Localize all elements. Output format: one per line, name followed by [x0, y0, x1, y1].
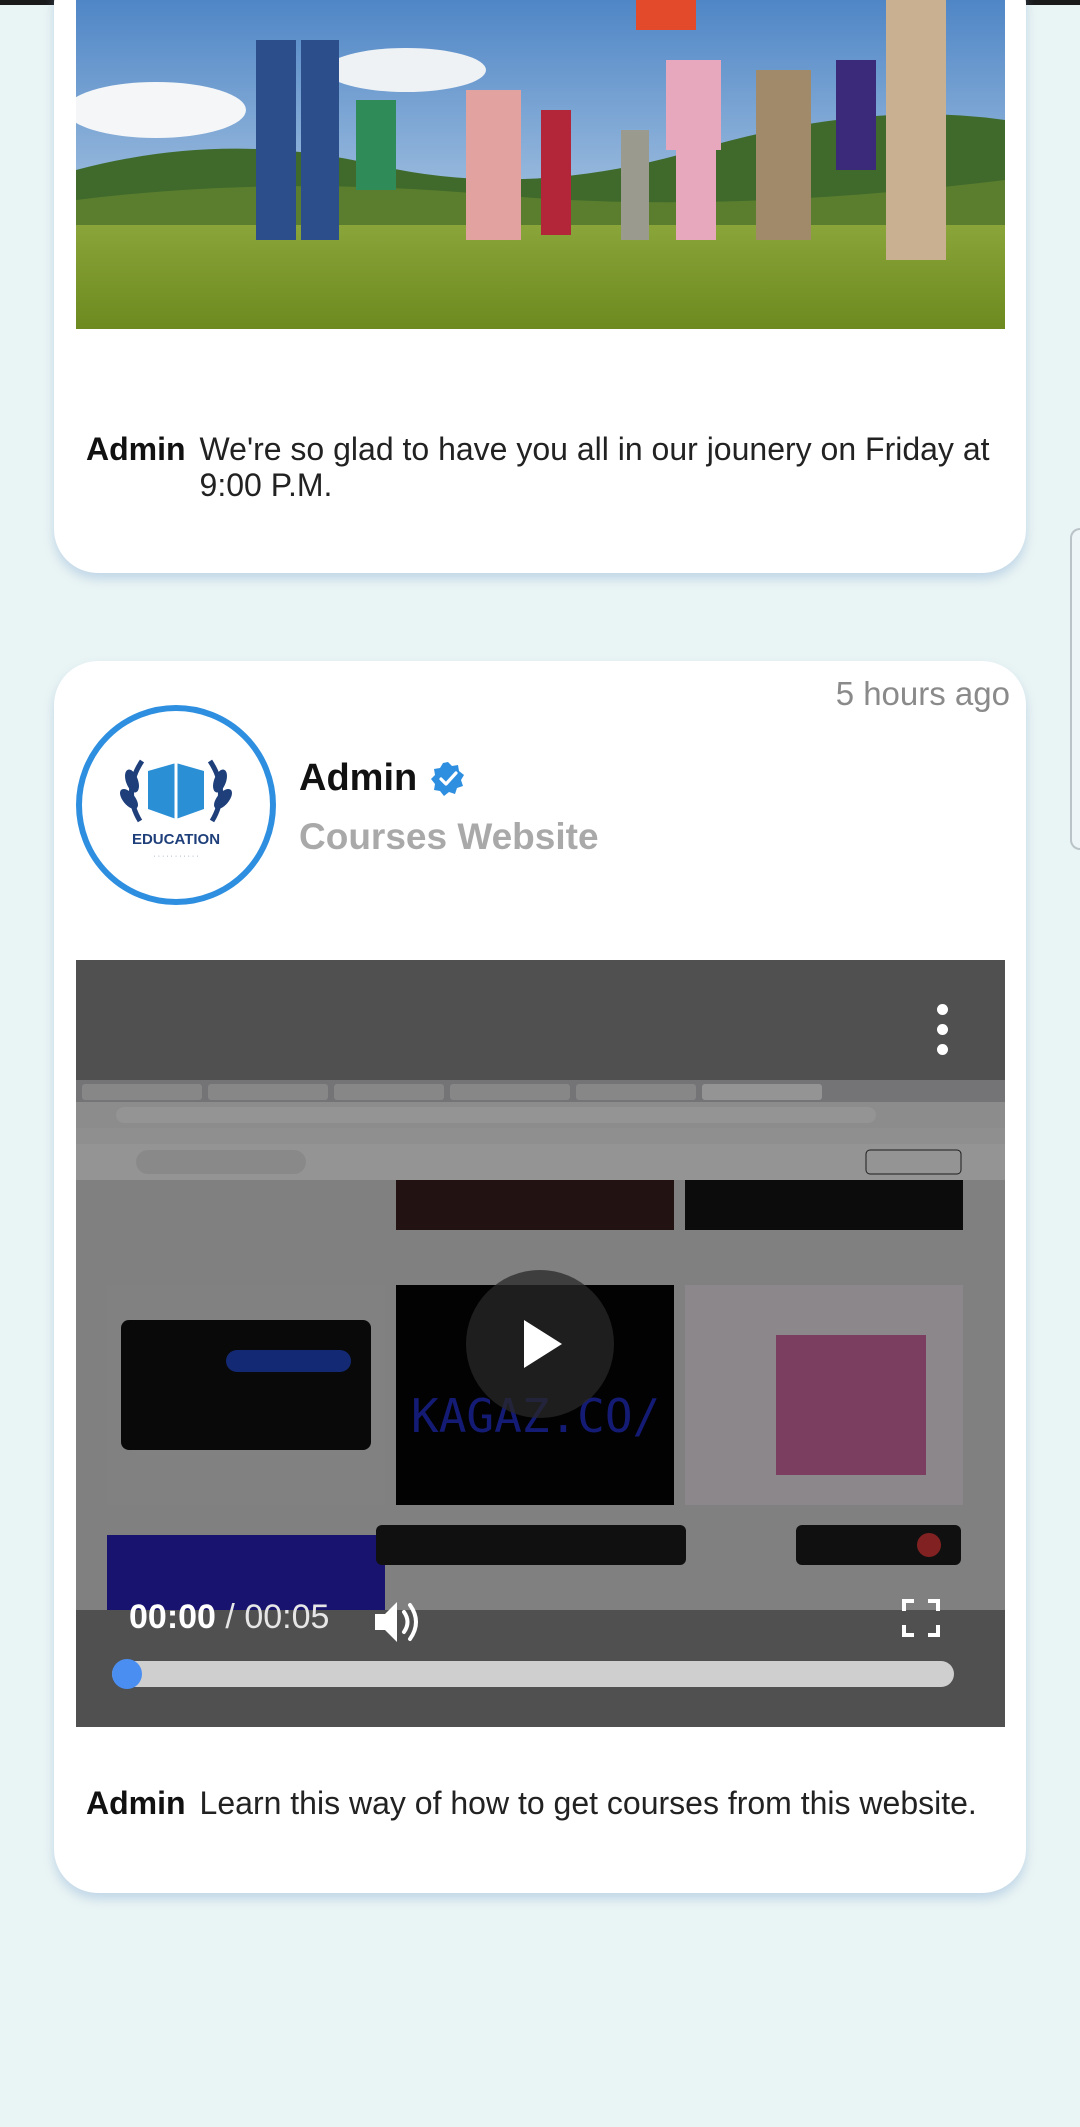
- caption-author[interactable]: Admin: [86, 1785, 186, 1821]
- side-drawer-handle[interactable]: [1070, 528, 1080, 850]
- post-photo[interactable]: [76, 0, 1005, 329]
- post-card: 5 hours ago EDUCATION · · · · · · · · · …: [54, 661, 1026, 1893]
- post-caption: Admin We're so glad to have you all in o…: [86, 431, 996, 503]
- verified-badge-icon: [431, 761, 465, 796]
- video-progress-bar[interactable]: [112, 1659, 954, 1689]
- fullscreen-icon[interactable]: [901, 1598, 941, 1638]
- volume-icon[interactable]: [371, 1596, 423, 1648]
- video-player[interactable]: KAGAZ.CO/ 00:00 / 00:05: [76, 960, 1005, 1727]
- play-icon: [524, 1320, 562, 1368]
- caption-text: We're so glad to have you all in our jou…: [199, 431, 990, 503]
- author-name[interactable]: Admin: [299, 757, 417, 800]
- video-duration: 00:05: [244, 1598, 330, 1636]
- author-row: Admin: [299, 757, 467, 800]
- author-subtitle: Courses Website: [299, 816, 599, 857]
- video-time-display: 00:00 / 00:05: [129, 1598, 329, 1637]
- video-progress-handle[interactable]: [112, 1659, 142, 1689]
- caption-text: Learn this way of how to get courses fro…: [199, 1785, 977, 1821]
- avatar-logo-text: EDUCATION: [132, 831, 220, 848]
- avatar[interactable]: EDUCATION · · · · · · · · · · ·: [76, 705, 276, 905]
- post-timestamp: 5 hours ago: [835, 675, 1010, 712]
- svg-text:· · · · · · · · · · ·: · · · · · · · · · · ·: [153, 853, 198, 860]
- play-button[interactable]: [466, 1270, 614, 1418]
- post-caption: Admin Learn this way of how to get cours…: [86, 1785, 996, 1821]
- caption-author[interactable]: Admin: [86, 431, 186, 503]
- video-more-options-icon[interactable]: [937, 1004, 949, 1064]
- video-current-time: 00:00: [129, 1598, 216, 1636]
- video-time-separator: /: [215, 1598, 245, 1636]
- post-card: Admin We're so glad to have you all in o…: [54, 0, 1026, 573]
